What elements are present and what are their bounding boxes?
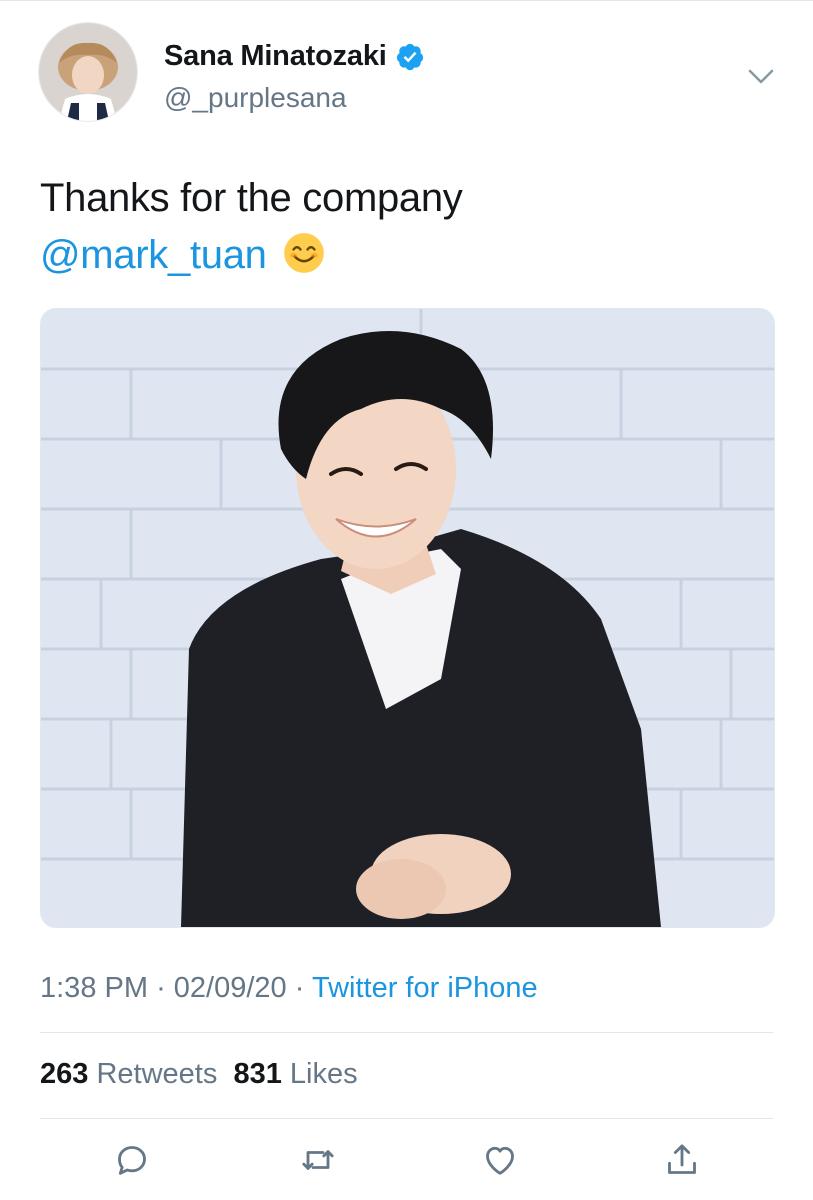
author-display-name[interactable]: Sana Minatozaki [164, 40, 387, 73]
likes-count: 831 [233, 1058, 282, 1090]
author-name-row[interactable]: Sana Minatozaki [164, 40, 425, 73]
tweet-stats: 263 Retweets 831 Likes [40, 1058, 358, 1091]
likes-stat[interactable]: 831 Likes [233, 1058, 357, 1090]
verified-badge-icon [396, 43, 423, 70]
author-handle[interactable]: @_purplesana [164, 82, 347, 114]
top-divider [0, 0, 813, 1]
retweets-label: Retweets [96, 1058, 218, 1090]
tweet-text-line: @mark_tuan [40, 227, 463, 284]
tweet-meta: 1:38 PM · 02/09/20 · Twitter for iPhone [40, 972, 538, 1005]
tweet-text-line: Thanks for the company [40, 176, 463, 220]
author-avatar[interactable] [38, 22, 138, 122]
divider [40, 1118, 773, 1119]
mention-link[interactable]: @mark_tuan [40, 233, 267, 277]
tweet-photo[interactable] [40, 308, 775, 928]
retweet-icon[interactable] [298, 1140, 338, 1180]
photo-image [41, 309, 774, 927]
tweet-text: Thanks for the company @mark_tuan [40, 170, 463, 284]
meta-separator: · [156, 972, 166, 1004]
tweet-source-link[interactable]: Twitter for iPhone [312, 972, 538, 1004]
tweet-date: 02/09/20 [173, 972, 287, 1004]
tweet-time: 1:38 PM [40, 972, 148, 1004]
like-icon[interactable] [480, 1140, 520, 1180]
reply-icon[interactable] [112, 1140, 152, 1180]
divider [40, 1032, 773, 1033]
likes-label: Likes [289, 1058, 358, 1090]
chevron-down-icon[interactable] [744, 62, 778, 90]
retweets-count: 263 [40, 1058, 89, 1090]
retweets-stat[interactable]: 263 Retweets [40, 1058, 217, 1090]
share-icon[interactable] [662, 1140, 702, 1180]
meta-separator: · [294, 972, 305, 1004]
smiling-face-icon [284, 233, 325, 273]
avatar-image [39, 23, 137, 121]
